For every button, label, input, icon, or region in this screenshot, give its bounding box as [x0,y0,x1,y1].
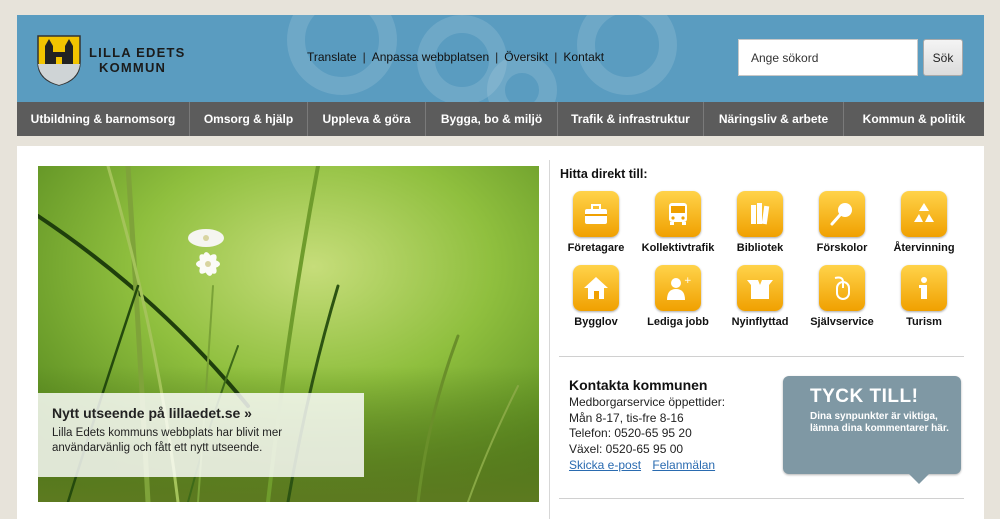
briefcase-icon [573,191,619,237]
separator: | [495,50,499,64]
quick-link-new-resident[interactable]: Nyinflyttad [719,265,801,328]
translate-link[interactable]: Translate [307,50,357,64]
contact-switchboard: Växel: 0520-65 95 00 [569,441,684,456]
quick-link-self-service[interactable]: Självservice [801,265,883,328]
quick-link-transit[interactable]: Kollektivtrafik [637,191,719,254]
recycle-icon [901,191,947,237]
site-header: LILLA EDETS KOMMUN Translate | Anpassa w… [17,15,984,102]
quick-link-tourism[interactable]: Turism [883,265,965,328]
quick-link-label: Turism [906,316,942,328]
contact-phone: Telefon: 0520-65 95 20 [569,426,692,440]
contact-links: Skicka e-post Felanmälan [569,457,725,473]
quick-link-business[interactable]: Företagare [555,191,637,254]
quick-link-label: Lediga jobb [647,316,709,328]
nav-item-politics[interactable]: Kommun & politik [844,102,984,136]
contact-hours: Mån 8-17, tis-fre 8-16 [569,410,684,425]
hero-title-link[interactable]: Nytt utseende på lillaedet.se » [52,405,350,421]
hero-caption: Nytt utseende på lillaedet.se » Lilla Ed… [38,393,364,477]
logo-line-1: LILLA EDETS [89,45,186,60]
quick-link-label: Kollektivtrafik [641,242,715,254]
hero-banner[interactable]: Nytt utseende på lillaedet.se » Lilla Ed… [38,166,539,502]
nav-item-education[interactable]: Utbildning & barnomsorg [17,102,190,136]
house-icon [573,265,619,311]
nav-item-building[interactable]: Bygga, bo & miljö [426,102,558,136]
logo-line-2: KOMMUN [99,60,167,75]
feedback-text: Dina synpunkter är viktiga, lämna dina k… [810,411,949,434]
search-button[interactable]: Sök [923,39,963,76]
customize-site-link[interactable]: Anpassa webbplatsen [372,50,489,64]
quick-link-label: Företagare [567,242,625,254]
coat-of-arms-icon [37,35,81,86]
section-divider [559,498,964,499]
logo-text: LILLA EDETS KOMMUN [89,45,186,75]
nav-item-business[interactable]: Näringsliv & arbete [704,102,844,136]
overview-link[interactable]: Översikt [504,50,548,64]
bus-icon [655,191,701,237]
utility-links: Translate | Anpassa webbplatsen | Översi… [307,50,604,64]
nav-item-care[interactable]: Omsorg & hjälp [190,102,308,136]
quick-link-label: Återvinning [893,242,955,254]
feedback-button[interactable]: TYCK TILL! Dina synpunkter är viktiga, l… [783,376,961,484]
person-plus-icon: + [655,265,701,311]
svg-text:+: + [684,276,692,286]
contact-title: Kontakta kommunen [569,377,708,393]
box-icon [737,265,783,311]
mouse-icon [819,265,865,311]
main-content: Nytt utseende på lillaedet.se » Lilla Ed… [17,146,984,519]
quick-link-library[interactable]: Bibliotek [719,191,801,254]
site-logo[interactable]: LILLA EDETS KOMMUN [36,34,186,86]
speech-bubble-tail [909,474,929,484]
nav-item-traffic[interactable]: Trafik & infrastruktur [558,102,704,136]
contact-hours-heading: Medborgarservice öppettider: [569,395,726,409]
info-icon [901,265,947,311]
nav-item-experience[interactable]: Uppleva & göra [308,102,426,136]
quick-link-label: Bygglov [574,316,618,328]
quick-link-building-permit[interactable]: Bygglov [555,265,637,328]
feedback-title: TYCK TILL! [810,386,919,407]
rattle-icon [819,191,865,237]
send-email-link[interactable]: Skicka e-post [569,458,641,472]
quick-links-title: Hitta direkt till: [560,167,648,181]
quick-link-label: Nyinflyttad [731,316,789,328]
contact-link[interactable]: Kontakt [563,50,604,64]
separator: | [362,50,366,64]
separator: | [554,50,558,64]
quick-link-label: Självservice [810,316,874,328]
quick-links-grid: Företagare Kollektivtrafik Bibliotek För… [555,191,967,328]
hero-text: Lilla Edets kommuns webbplats har blivit… [52,427,283,454]
main-navigation: Utbildning & barnomsorg Omsorg & hjälp U… [17,102,984,136]
quick-link-label: Förskolor [816,242,868,254]
column-divider [549,160,550,519]
report-fault-link[interactable]: Felanmälan [652,458,715,472]
books-icon [737,191,783,237]
quick-link-label: Bibliotek [736,242,784,254]
search-input[interactable] [738,39,918,76]
contact-box: Kontakta kommunen Medborgarservice öppet… [569,377,725,473]
quick-link-recycling[interactable]: Återvinning [883,191,965,254]
quick-link-preschools[interactable]: Förskolor [801,191,883,254]
quick-link-jobs[interactable]: + Lediga jobb [637,265,719,328]
section-divider [559,356,964,357]
